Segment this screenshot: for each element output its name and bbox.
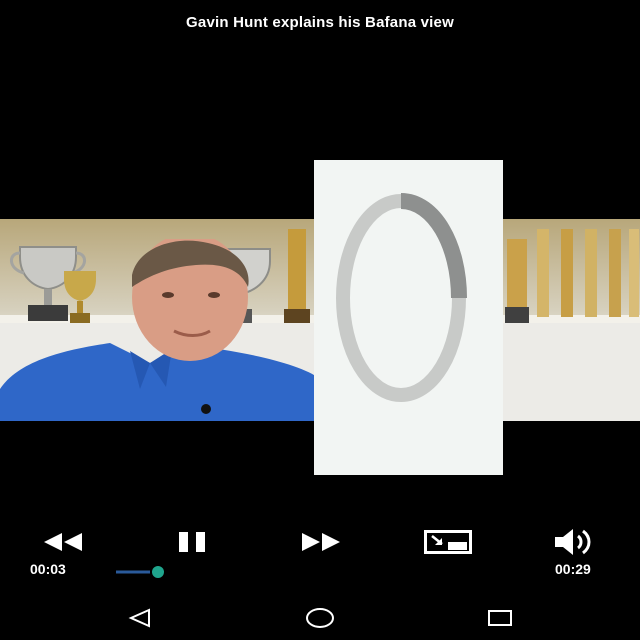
pause-button[interactable] [174,524,210,560]
trophy-image [505,229,639,323]
back-button[interactable] [124,606,156,630]
seek-bar[interactable] [116,565,164,578]
interviewee [0,239,320,421]
loading-spinner-icon [336,193,467,402]
fast-forward-button[interactable] [298,524,344,560]
recents-button[interactable] [484,606,516,630]
current-time: 00:03 [30,561,66,577]
home-button[interactable] [304,606,336,630]
pause-icon [179,532,205,552]
rewind-button[interactable] [40,524,86,560]
loading-overlay [314,160,503,475]
circle-home-icon [306,608,334,628]
system-navigation-bar [0,598,640,640]
volume-button[interactable] [552,524,600,560]
picture-in-picture-button[interactable] [422,524,474,560]
video-title: Gavin Hunt explains his Bafana view [186,14,454,31]
rewind-icon [44,533,82,551]
picture-in-picture-icon [424,530,472,554]
seek-thumb[interactable] [152,566,164,578]
playback-controls [0,524,640,560]
seek-track-played [116,570,150,574]
volume-icon [555,529,591,555]
triangle-back-icon [128,608,150,628]
duration-time: 00:29 [555,561,591,577]
square-recents-icon [488,610,512,626]
fast-forward-icon [302,533,340,551]
